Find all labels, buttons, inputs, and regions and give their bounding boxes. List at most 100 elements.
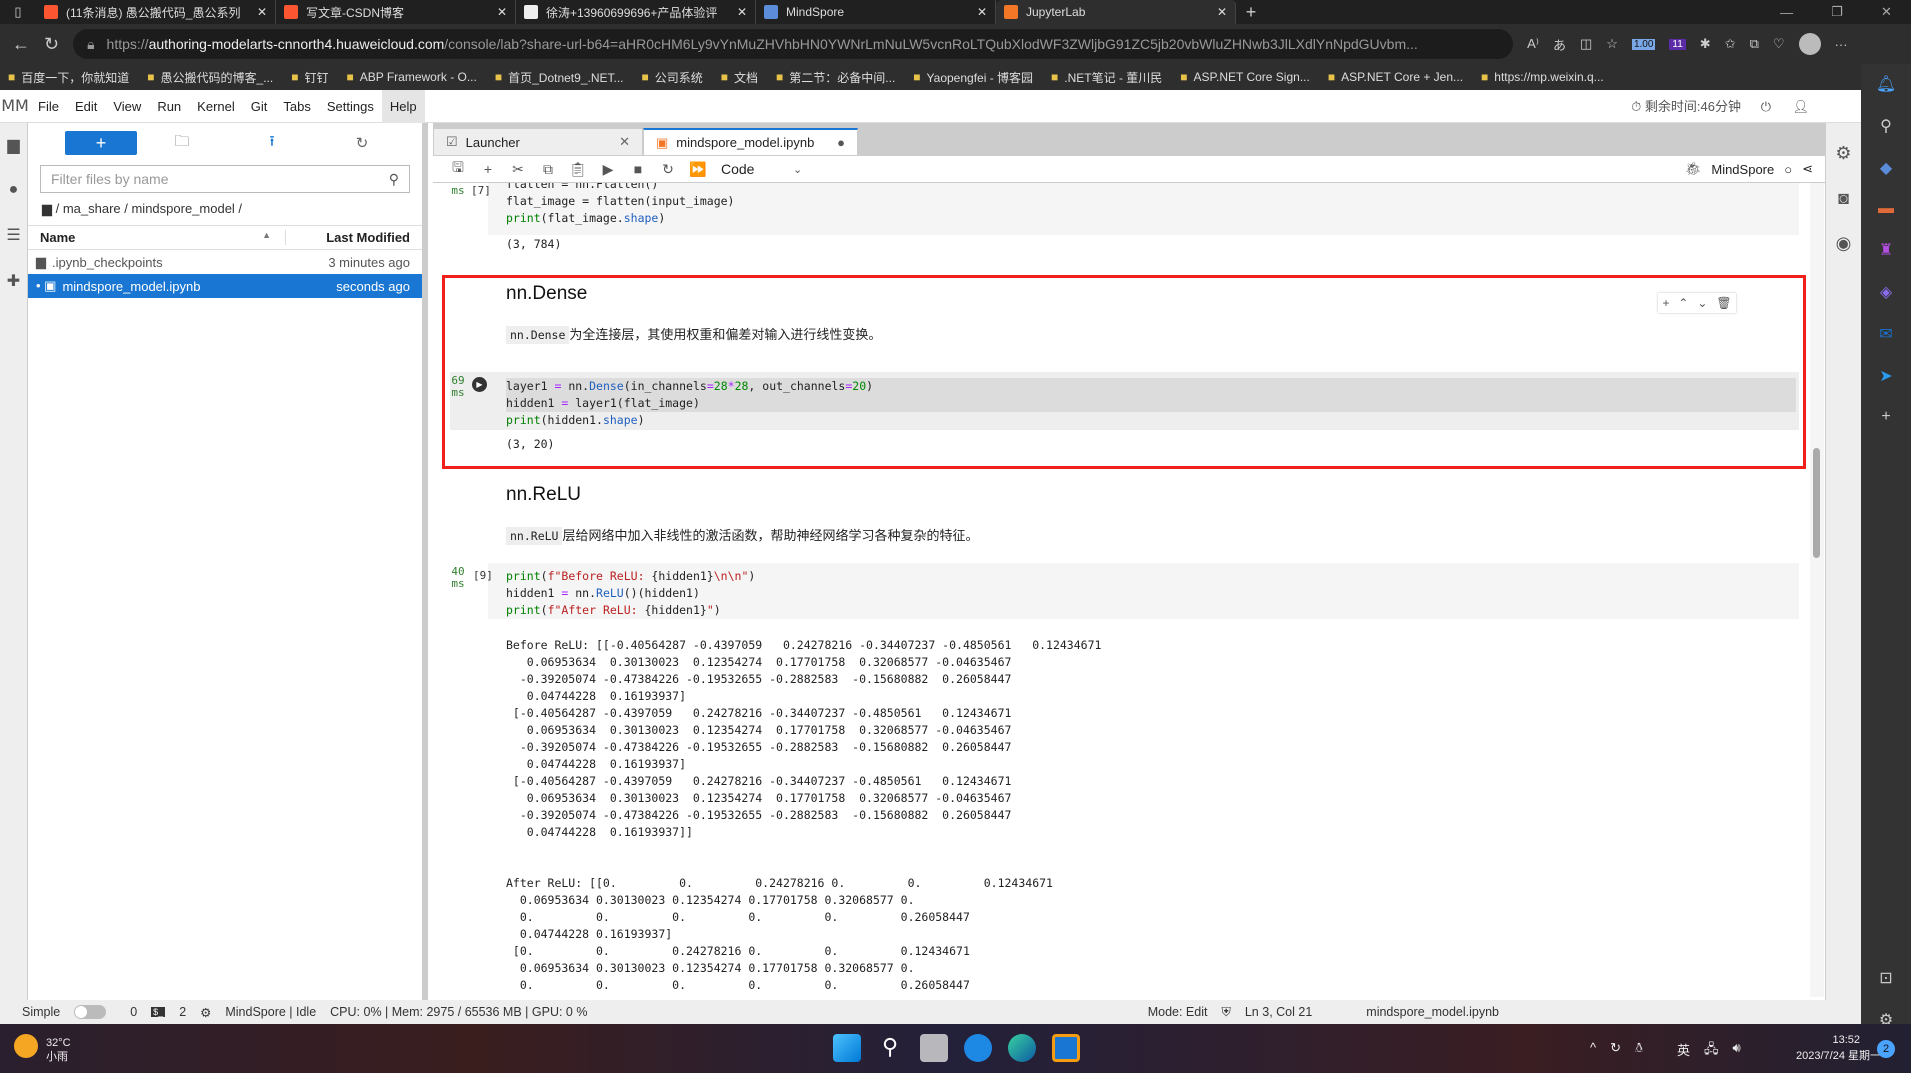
move-up-icon[interactable]: ⌃ [1678, 296, 1688, 310]
share-icon[interactable]: ⋖ [1802, 161, 1813, 177]
run-cell-icon[interactable]: ▶ [472, 377, 487, 392]
power-icon[interactable]: ⏻ [1761, 90, 1771, 123]
menu-file[interactable]: File [30, 90, 67, 123]
bookmark[interactable]: ■ 第二节：必备中间... [776, 69, 895, 86]
upload-icon[interactable]: ⭱ [227, 131, 317, 156]
running-kernels-icon[interactable]: ● [9, 181, 19, 199]
add-cell-icon[interactable]: + [1662, 296, 1669, 310]
bookmark[interactable]: ■ 愚公搬代码的博客_... [147, 69, 273, 86]
file-row[interactable]: • ▣ mindspore_model.ipynb seconds ago [28, 274, 422, 298]
back-icon[interactable]: ← [12, 34, 30, 55]
refresh-files-icon[interactable]: ↻ [317, 134, 407, 152]
new-folder-icon[interactable]: 🗀 [137, 131, 227, 156]
notebook-scrollbar[interactable] [1810, 183, 1824, 997]
sort-by-modified[interactable]: Last Modified [286, 230, 422, 245]
cut-icon[interactable]: ✂ [503, 161, 533, 178]
vmware-app-icon[interactable] [1052, 1034, 1080, 1062]
code-editor[interactable]: layer1 = nn.Dense(in_channels=28*28, out… [506, 378, 873, 429]
extension-badge-2[interactable]: 11 [1669, 38, 1686, 50]
menu-view[interactable]: View [105, 90, 149, 123]
menu-git[interactable]: Git [243, 90, 276, 123]
bookmark[interactable]: ■ 公司系统 [642, 69, 703, 86]
kernel-status[interactable]: MindSpore | Idle [225, 1005, 316, 1019]
insert-cell-icon[interactable]: + [473, 161, 503, 177]
close-window-button[interactable]: ✕ [1881, 4, 1892, 20]
layers-icon[interactable]: ◉ [1836, 233, 1852, 254]
refresh-icon[interactable]: ↻ [44, 34, 59, 55]
user-icon[interactable]: 👤︎ [1792, 90, 1809, 123]
bookmark[interactable]: ■ Yaopengfei - 博客园 [913, 69, 1033, 86]
favorite-star-icon[interactable]: ☆ [1606, 36, 1618, 52]
bell-icon[interactable]: 🔔︎ [1876, 74, 1896, 94]
scrollbar-thumb[interactable] [1813, 448, 1820, 558]
outlook-icon[interactable]: ✉ [1879, 324, 1892, 344]
ime-indicator[interactable]: 英 [1677, 1040, 1690, 1062]
clock[interactable]: 13:52 2023/7/24 星期一 [1796, 1032, 1881, 1064]
health-icon[interactable]: ♡ [1773, 36, 1785, 52]
menu-help[interactable]: Help [381, 89, 425, 123]
menu-edit[interactable]: Edit [67, 90, 105, 123]
extensions-puzzle-icon[interactable]: ✚ [7, 271, 20, 291]
translate-icon[interactable]: あ [1553, 35, 1566, 54]
property-inspector-gear-icon[interactable]: ⚙ [1835, 143, 1851, 164]
read-aloud-icon[interactable]: A⁾ [1527, 36, 1539, 52]
edge-app-icon[interactable] [1008, 1034, 1036, 1062]
search-icon[interactable]: ⚲ [1880, 116, 1892, 136]
move-down-icon[interactable]: ⌄ [1697, 296, 1707, 310]
split-screen-icon[interactable]: ◫ [1580, 36, 1592, 52]
notebook-content[interactable]: ms [7] flatten = nn.Flatten() flat_image … [433, 183, 1825, 1000]
task-view-icon[interactable] [920, 1034, 948, 1062]
resource-monitor-icon[interactable]: ◙ [1838, 188, 1849, 209]
run-icon[interactable]: ▶ [593, 161, 623, 178]
menu-run[interactable]: Run [149, 90, 189, 123]
qq-icon[interactable]: 🐧︎ [1635, 1040, 1643, 1062]
add-sidebar-app-icon[interactable]: + [1881, 408, 1890, 426]
show-hidden-icons[interactable]: ^ [1590, 1040, 1596, 1062]
taskbar-search-icon[interactable]: ⚲ [876, 1034, 904, 1062]
delete-cell-icon[interactable]: 🗑︎ [1716, 296, 1731, 310]
kernel-count[interactable]: 0 [130, 1005, 137, 1019]
tab-mindspore-notebook[interactable]: ▣ mindspore_model.ipynb ● [643, 128, 858, 156]
close-tab-icon[interactable]: ✕ [1217, 5, 1227, 19]
screen-capture-icon[interactable]: ⊡ [1879, 968, 1892, 988]
weather-desc[interactable]: 小雨 [46, 1051, 68, 1063]
save-icon[interactable]: 🖫 [443, 157, 473, 181]
debugger-bug-icon[interactable]: 🐞︎ [1685, 161, 1702, 177]
filter-files-input[interactable]: Filter files by name ⚲ [40, 165, 410, 193]
menu-settings[interactable]: Settings [319, 90, 382, 123]
tab-launcher[interactable]: ☑ Launcher ✕ [433, 128, 643, 156]
close-tab-icon[interactable]: ✕ [497, 5, 507, 19]
collections-icon[interactable]: ⧉ [1750, 36, 1759, 52]
bookmark[interactable]: ■ .NET笔记 - 董川民 [1051, 69, 1162, 86]
browser-tab[interactable]: 徐涛+13960699696+产品体验评 ✕ [516, 0, 756, 24]
send-icon[interactable]: ➤ [1879, 366, 1892, 386]
toolbox-icon[interactable]: ▬ [1878, 200, 1894, 218]
close-tab-icon[interactable]: ✕ [977, 5, 987, 19]
breadcrumb-path[interactable]: / ma_share / mindspore_model / [56, 201, 242, 216]
run-all-icon[interactable]: ⏩ [683, 161, 713, 178]
cursor-position[interactable]: Ln 3, Col 21 [1245, 1005, 1312, 1019]
browser-tab[interactable]: JupyterLab ✕ [996, 0, 1236, 24]
bookmark[interactable]: ■ 钉钉 [291, 69, 328, 86]
bookmark[interactable]: ■ 百度一下，你就知道 [8, 69, 129, 86]
sort-by-name[interactable]: Name ▲ [28, 230, 286, 245]
feishu-app-icon[interactable] [964, 1034, 992, 1062]
sync-icon[interactable]: ↻ [1610, 1040, 1621, 1062]
browser-tab[interactable]: MindSpore ✕ [756, 0, 996, 24]
volume-icon[interactable]: 🔊︎ [1733, 1040, 1741, 1062]
bookmark[interactable]: ■ ABP Framework - O... [346, 70, 476, 84]
games-icon[interactable]: ♜ [1879, 240, 1893, 260]
chevron-down-icon[interactable]: ⌄ [793, 163, 802, 176]
close-tab-icon[interactable]: ✕ [257, 5, 267, 19]
code-editor[interactable]: print(f"Before ReLU: {hidden1}\n\n") hidd… [506, 568, 755, 619]
extension-badge-1[interactable]: 1.00 [1631, 38, 1656, 50]
restart-icon[interactable]: ↻ [653, 161, 683, 178]
weather-icon[interactable] [14, 1034, 38, 1058]
tab-actions-icon[interactable]: ▯ [0, 0, 36, 24]
network-icon[interactable]: 🖧 [1704, 1040, 1719, 1062]
terminal-count[interactable]: 2 [179, 1005, 186, 1019]
bookmark[interactable]: ■ 文档 [721, 69, 758, 86]
menu-tabs[interactable]: Tabs [275, 90, 318, 123]
code-editor[interactable]: flatten = nn.Flatten() flat_image = flatt… [506, 183, 734, 227]
stop-icon[interactable]: ■ [623, 161, 653, 177]
